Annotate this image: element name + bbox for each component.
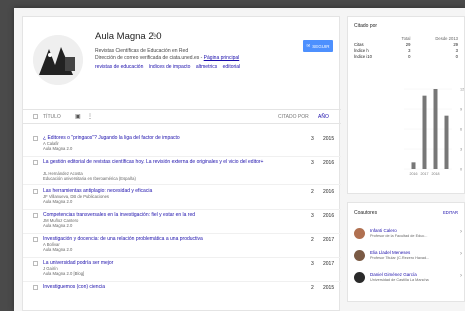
x-tick-label: 2016 [410,172,418,176]
select-all-checkbox[interactable] [33,114,38,119]
article-venue: Aula Magna 2.0 [43,146,73,151]
article-venue: Aula Magna 2.0 [43,223,73,228]
article-venue: Educación universitaria en Iberoamérica … [43,176,136,181]
y-tick-label: 6 [460,128,462,132]
x-tick-label: 2018 [432,172,440,176]
y-tick-label: 3 [460,148,462,152]
article-title-link[interactable]: Investiguemos (con) ciencia [43,284,283,290]
citations-card: Citado por Total Desde 2013 Citas 29 29 … [347,16,465,194]
metric-since: 0 [455,54,458,60]
cited-count[interactable]: 3 [311,213,314,219]
citations-bar-chart: 12 9 6 3 0 2016 2017 2018 [404,88,464,176]
row-checkbox[interactable] [33,261,38,266]
follow-button[interactable]: ✉ SEGUIR [303,40,333,52]
trash-icon[interactable]: ▣ [75,113,81,120]
chart-bar[interactable] [444,115,449,169]
coauthor-affiliation: Universidad de Castilla La Mancha [370,278,429,282]
title-column-header[interactable]: TÍTULO [43,114,61,120]
coauthor-affiliation: Profesor Titular (C.Rezero Havad... [370,256,430,260]
coauthors-card: Coautores EDITAR Infanti Calero Profesor… [347,202,465,302]
x-tick-label: 2017 [421,172,429,176]
chart-bar[interactable] [422,95,427,169]
coauthor-item[interactable]: Infanti Calero Profesor de la Facultad d… [354,227,462,243]
coauthor-avatar [354,228,365,239]
interest-link[interactable]: altmetrics [196,64,217,70]
chart-bar[interactable] [433,89,438,169]
cited-count[interactable]: 2 [311,237,314,243]
coauthor-name[interactable]: Daniel Giménez García [370,272,417,277]
profile-email-line: Dirección de correo verificada de ciata.… [95,55,239,61]
row-checkbox[interactable] [33,237,38,242]
table-row: La universidad podría ser mejor J Gairín… [23,258,341,282]
article-venue: Aula Magna 2.0 [Blog] [43,271,85,276]
browser-frame: Aula Magna 2.0 ✎ Revistas Científicas de… [14,8,465,311]
y-tick-label: 0 [460,168,462,172]
table-row: Las herramientas antiplagio: necesidad y… [23,186,341,210]
citations-row: Índice i10 0 0 [354,54,458,60]
interest-link[interactable]: editorial [223,64,241,70]
citations-table: Total Desde 2013 Citas 29 29 Índice h 3 … [354,35,458,60]
interests-list: revistas de educación índices de impacto… [95,64,244,70]
coauthor-item[interactable]: Elia Lladel Meneses Profesor Titular (C.… [354,249,462,265]
row-checkbox[interactable] [33,136,38,141]
coauthor-item[interactable]: Daniel Giménez García Universidad de Cas… [354,271,462,287]
cited-column-header[interactable]: CITADO POR [278,114,309,120]
y-tick-label: 12 [460,88,464,92]
article-year: 2015 [323,285,335,291]
table-row: Competencias transversales en la investi… [23,210,341,234]
chart-bar[interactable] [411,162,416,169]
cited-count[interactable]: 3 [311,261,314,267]
coauthor-name[interactable]: Elia Lladel Meneses [370,250,410,255]
more-options-icon[interactable]: ⋮ [87,113,93,120]
coauthor-avatar [354,250,365,261]
row-checkbox[interactable] [33,160,38,165]
article-title-link[interactable]: La gestión editorial de revistas científ… [43,159,283,165]
follow-icon: ✉ [306,43,311,48]
row-checkbox[interactable] [33,189,38,194]
chevron-right-icon[interactable]: › [460,229,462,235]
citations-title: Citado por [354,23,378,29]
article-year: 2016 [323,189,335,195]
edit-coauthors-link[interactable]: EDITAR [443,210,458,215]
metric-total: 0 [408,54,411,60]
coauthor-name[interactable]: Infanti Calero [370,228,397,233]
article-year: 2016 [323,213,335,219]
article-venue: Aula Magna 2.0 [43,199,73,204]
edit-pencil-icon[interactable]: ✎ [151,31,158,40]
profile-avatar [33,35,83,85]
article-year: 2017 [323,261,335,267]
article-venue: Aula Magna 2.0 [43,247,73,252]
table-row: Investiguemos (con) ciencia 2 2015 [23,282,341,306]
profile-main-panel: Aula Magna 2.0 ✎ Revistas Científicas de… [22,16,341,311]
table-row: Investigación y docencia: de una relació… [23,234,341,258]
cited-count[interactable]: 2 [311,189,314,195]
article-year: 2017 [323,237,335,243]
table-row: ¿ Editores o "pringaos"? Jugando la liga… [23,133,341,157]
article-year: 2016 [323,160,335,166]
coauthors-title: Coautores [354,210,378,216]
interest-link[interactable]: revistas de educación [95,64,143,70]
email-text: Dirección de correo verificada de ciata.… [95,55,203,61]
chevron-right-icon[interactable]: › [460,251,462,257]
coauthor-avatar [354,272,365,283]
cited-count[interactable]: 2 [311,285,314,291]
interest-link[interactable]: índices de impacto [149,64,191,70]
sidebar: Citado por Total Desde 2013 Citas 29 29 … [347,16,465,311]
chevron-right-icon[interactable]: › [460,273,462,279]
y-tick-label: 9 [460,108,462,112]
homepage-link[interactable]: Página principal [204,55,240,61]
metric-label[interactable]: Índice i10 [354,54,392,60]
cited-count[interactable]: 3 [311,160,314,166]
table-row: La gestión editorial de revistas científ… [23,157,341,185]
articles-table-header: TÍTULO ▣ ⋮ CITADO POR AÑO [23,109,341,124]
row-checkbox[interactable] [33,285,38,290]
follow-label: SEGUIR [312,43,330,49]
row-checkbox[interactable] [33,213,38,218]
profile-description: Revistas Científicas de Educación en Red [95,48,189,54]
year-column-header[interactable]: AÑO [318,114,329,120]
cited-count[interactable]: 3 [311,136,314,142]
article-year: 2015 [323,136,335,142]
coauthor-affiliation: Profesor de la Facultad de Educ... [370,234,428,238]
